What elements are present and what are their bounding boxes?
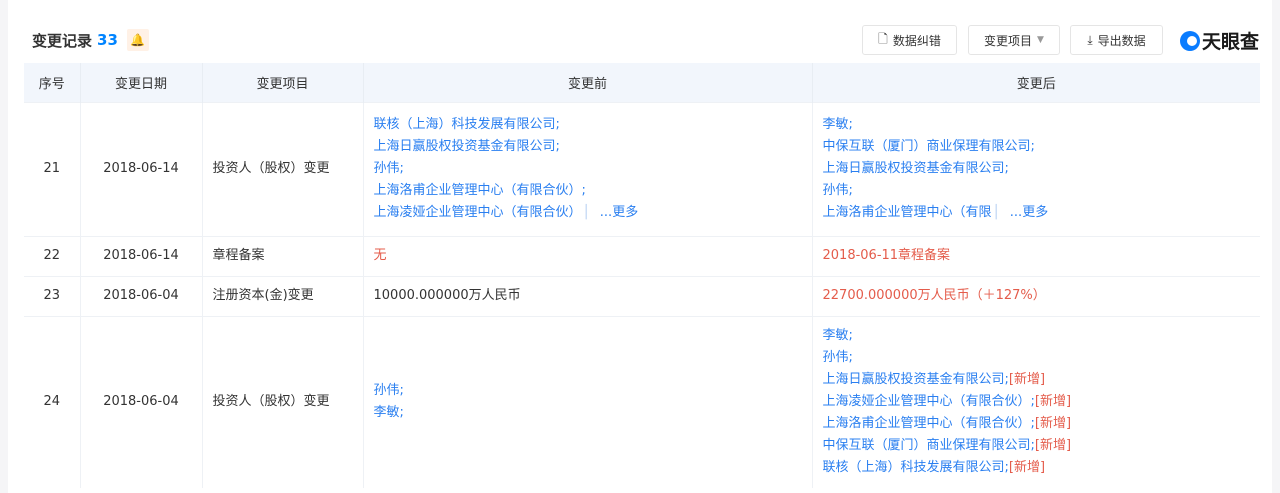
cell-no: 24	[24, 315, 81, 488]
export-data-button[interactable]: ⤓ 导出数据	[1070, 25, 1163, 55]
cell-before: 无	[363, 235, 813, 276]
col-header-item: 变更项目	[202, 63, 364, 102]
cell-before: 10000.000000万人民币	[363, 275, 813, 316]
cell-before: 联核（上海）科技发展有限公司; 上海日赢股权投资基金有限公司; 孙伟; 上海洛甫企业管…	[363, 101, 813, 236]
new-tag: [新增]	[1034, 394, 1072, 410]
logo-mark-icon	[1180, 30, 1200, 51]
change-item-filter-dropdown[interactable]: 变更项目 ▼	[968, 25, 1060, 55]
entity-link[interactable]: 中保互联（厦门）商业保理有限公司;	[823, 136, 1251, 158]
entity-link[interactable]: 上海日赢股权投资基金有限公司;	[374, 136, 802, 158]
entity-link[interactable]: 李敏;	[823, 114, 1251, 136]
more-link[interactable]: ...更多	[1010, 205, 1048, 220]
entity-link[interactable]: 上海洛甫企业管理中心（有限合伙）;	[374, 180, 802, 202]
entity-link[interactable]: 联核（上海）科技发展有限公司;	[374, 114, 802, 136]
col-header-date: 变更日期	[80, 63, 203, 102]
col-header-after: 变更后	[812, 63, 1260, 102]
entity-link[interactable]: 上海洛甫企业管理中心（有限 ▏ ...更多	[823, 202, 1251, 224]
entity-link[interactable]: 孙伟;	[823, 347, 1251, 369]
data-correction-button[interactable]: 🗋 数据纠错	[862, 25, 957, 55]
cell-item: 注册资本(金)变更	[202, 275, 364, 316]
download-icon: ⤓	[1087, 32, 1093, 47]
cell-item: 投资人（股权）变更	[202, 315, 364, 488]
caret-down-icon: ▼	[1037, 35, 1044, 45]
cell-after: 2018-06-11章程备案	[812, 235, 1260, 276]
record-count: 33	[97, 31, 118, 49]
new-tag: [新增]	[1008, 460, 1046, 476]
table-row: 24 2018-06-04 投资人（股权）变更 孙伟; 李敏; 李敏; 孙伟; 上海日赢股…	[24, 315, 1260, 488]
entity-link[interactable]: 孙伟;	[823, 180, 1251, 202]
cell-no: 22	[24, 235, 81, 276]
cell-date: 2018-06-04	[80, 275, 203, 316]
cell-no: 23	[24, 275, 81, 316]
entity-link[interactable]: 中保互联（厦门）商业保理有限公司;[新增]	[823, 435, 1251, 457]
cell-date: 2018-06-14	[80, 235, 203, 276]
entity-link[interactable]: 孙伟;	[374, 158, 802, 180]
bell-icon[interactable]: 🔔	[126, 29, 149, 51]
entity-link[interactable]: 上海凌娅企业管理中心（有限合伙）;[新增]	[823, 391, 1251, 413]
new-tag: [新增]	[1034, 416, 1072, 432]
tianyancha-logo: 天眼查	[1180, 27, 1259, 54]
entity-link[interactable]: 上海日赢股权投资基金有限公司;[新增]	[823, 369, 1251, 391]
entity-link[interactable]: 上海洛甫企业管理中心（有限合伙）;[新增]	[823, 413, 1251, 435]
entity-link[interactable]: 孙伟;	[374, 380, 802, 402]
col-header-no: 序号	[24, 63, 81, 102]
table-row: 23 2018-06-04 注册资本(金)变更 10000.000000万人民币 2…	[24, 275, 1260, 316]
cell-before: 孙伟; 李敏;	[363, 315, 813, 488]
change-records-table: 序号 变更日期 变更项目 变更前 变更后 21 2018-06-14 投资人（股…	[24, 63, 1260, 488]
cell-after: 李敏; 中保互联（厦门）商业保理有限公司; 上海日赢股权投资基金有限公司; 孙伟; 上海…	[812, 101, 1260, 236]
entity-link[interactable]: 上海日赢股权投资基金有限公司;	[823, 158, 1251, 180]
cell-item: 章程备案	[202, 235, 364, 276]
cell-after: 李敏; 孙伟; 上海日赢股权投资基金有限公司;[新增] 上海凌娅企业管理中心（有限合伙…	[812, 315, 1260, 488]
new-tag: [新增]	[1008, 372, 1046, 388]
cell-after: 22700.000000万人民币（＋127%）	[812, 275, 1260, 316]
entity-link[interactable]: 上海凌娅企业管理中心（有限合伙） ▏ ...更多	[374, 202, 802, 224]
cell-item: 投资人（股权）变更	[202, 101, 364, 236]
more-link[interactable]: ...更多	[600, 205, 638, 220]
entity-link[interactable]: 联核（上海）科技发展有限公司;[新增]	[823, 457, 1251, 479]
col-header-before: 变更前	[363, 63, 813, 102]
entity-link[interactable]: 李敏;	[823, 325, 1251, 347]
table-row: 21 2018-06-14 投资人（股权）变更 联核（上海）科技发展有限公司; 上海…	[24, 101, 1260, 236]
new-tag: [新增]	[1034, 438, 1072, 454]
cell-date: 2018-06-04	[80, 315, 203, 488]
entity-link[interactable]: 李敏;	[374, 402, 802, 424]
document-icon: 🗋	[878, 31, 888, 46]
table-row: 22 2018-06-14 章程备案无 2018-06-11章程备案	[24, 235, 1260, 276]
cell-no: 21	[24, 101, 81, 236]
cell-date: 2018-06-14	[80, 101, 203, 236]
section-title: 变更记录 33 🔔	[32, 29, 149, 51]
